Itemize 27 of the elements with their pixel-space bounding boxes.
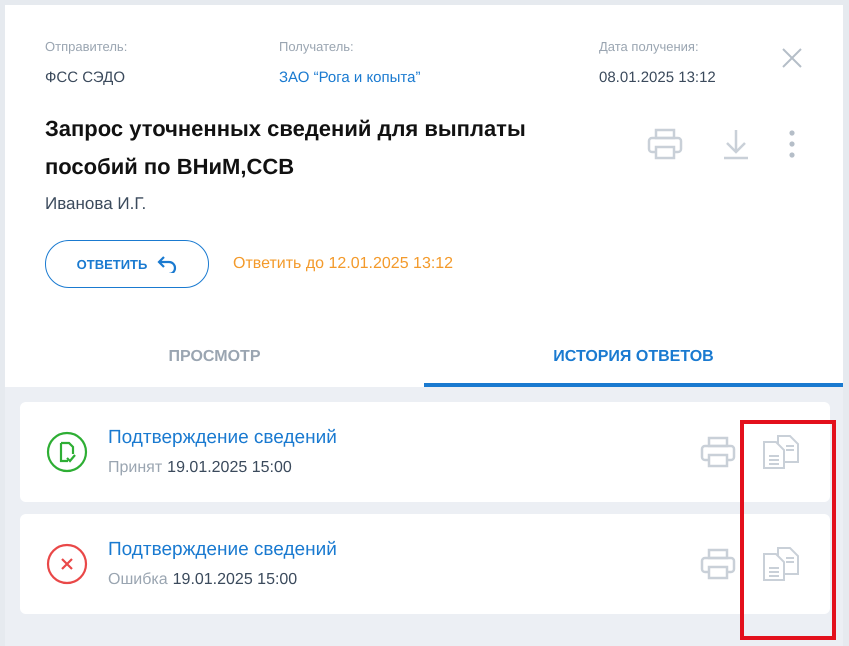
response-date: 19.01.2025 15:00 [167, 459, 292, 477]
close-icon[interactable] [781, 47, 803, 69]
printer-icon[interactable] [647, 128, 683, 160]
reply-button[interactable]: ОТВЕТИТЬ [45, 240, 209, 288]
recipient-link[interactable]: ЗАО “Рога и копыта” [279, 69, 599, 86]
response-date: 19.01.2025 15:00 [172, 571, 298, 589]
document-check-icon [46, 431, 88, 473]
reply-icon [157, 255, 178, 273]
download-icon[interactable] [723, 128, 749, 160]
field-value: ФСС СЭДО [45, 69, 126, 86]
response-status: Ошибка [108, 571, 168, 589]
reply-deadline: Ответить до 12.01.2025 13:12 [233, 255, 454, 273]
response-status: Принят [108, 459, 162, 477]
document-title: Запрос уточненных сведений для выплаты пособий по ВНиМ,ССВ [45, 115, 527, 181]
error-icon [46, 543, 88, 585]
author-name: Иванова И.Г. [45, 194, 148, 214]
field-value: 08.01.2025 13:12 [599, 69, 717, 86]
documents-icon[interactable] [762, 546, 800, 582]
response-link[interactable]: Подтверждение сведений [108, 539, 680, 561]
more-icon[interactable] [789, 130, 795, 158]
documents-icon[interactable] [762, 434, 800, 470]
printer-icon[interactable] [700, 548, 736, 580]
field-label: Отправитель: [45, 39, 128, 54]
field-label: Дата получения: [599, 39, 700, 54]
printer-icon[interactable] [700, 436, 736, 468]
field-label: Получатель: [279, 39, 355, 54]
response-link[interactable]: Подтверждение сведений [108, 427, 680, 449]
